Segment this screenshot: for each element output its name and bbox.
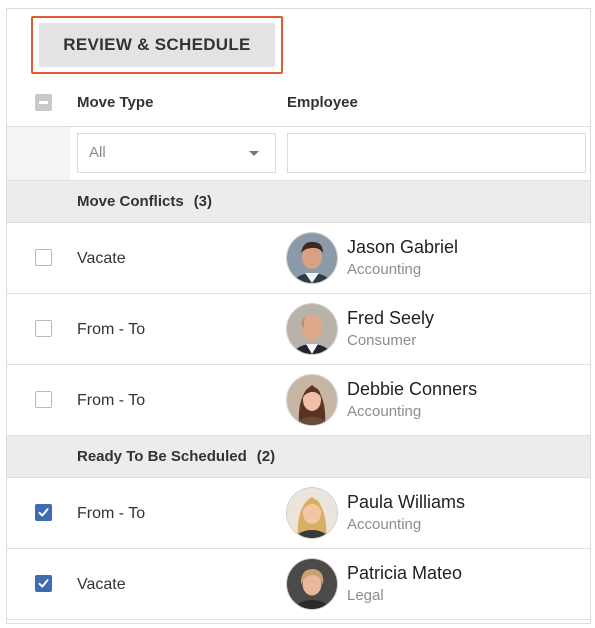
table-row[interactable]: From - To Paula Williams Accounting	[7, 478, 590, 549]
employee-name[interactable]: Fred Seely	[347, 308, 434, 328]
employee-department: Accounting	[347, 261, 422, 278]
group-header: Move Conflicts (3)	[7, 181, 590, 223]
move-type-cell: From - To	[77, 392, 146, 409]
row-checkbox[interactable]	[35, 575, 52, 592]
move-list-panel: REVIEW & SCHEDULE Move Type Employee All…	[6, 8, 591, 624]
group-header: Ready To Be Scheduled (2)	[7, 436, 590, 478]
avatar	[287, 559, 337, 609]
move-type-filter-select[interactable]: All	[77, 133, 276, 173]
chevron-down-icon	[249, 151, 259, 156]
employee-department: Accounting	[347, 516, 422, 533]
avatar	[287, 488, 337, 538]
group-count: (2)	[256, 448, 276, 465]
move-type-cell: From - To	[77, 321, 146, 338]
employee-name[interactable]: Patricia Mateo	[347, 563, 462, 583]
group-title: Ready To Be Scheduled	[77, 448, 247, 465]
employee-filter-input[interactable]	[287, 133, 586, 173]
select-all-checkbox[interactable]	[35, 94, 52, 111]
employee-name[interactable]: Debbie Conners	[347, 379, 477, 399]
move-type-cell: Vacate	[77, 250, 126, 267]
row-checkbox[interactable]	[35, 320, 52, 337]
group-title: Move Conflicts	[77, 193, 184, 210]
filter-row: All	[7, 127, 590, 181]
table-row[interactable]: From - To Fred Seely Consumer	[7, 294, 590, 365]
group-label: Ready To Be Scheduled (2)	[77, 436, 275, 478]
move-type-filter-value: All	[89, 144, 106, 161]
column-header-employee[interactable]: Employee	[287, 79, 358, 127]
table-row[interactable]: From - To Debbie Conners Accounting	[7, 365, 590, 436]
move-type-cell: Vacate	[77, 576, 126, 593]
employee-name[interactable]: Paula Williams	[347, 492, 465, 512]
avatar	[287, 233, 337, 283]
group-label: Move Conflicts (3)	[77, 181, 212, 223]
employee-department: Accounting	[347, 403, 422, 420]
table-row[interactable]: Vacate Patricia Mateo Legal	[7, 549, 590, 620]
employee-name[interactable]: Jason Gabriel	[347, 237, 458, 257]
filter-gutter	[7, 127, 70, 180]
avatar	[287, 375, 337, 425]
avatar	[287, 304, 337, 354]
review-schedule-button[interactable]: REVIEW & SCHEDULE	[39, 23, 275, 67]
table-row[interactable]: Vacate Jason Gabriel Accounting	[7, 223, 590, 294]
row-checkbox[interactable]	[35, 249, 52, 266]
move-type-cell: From - To	[77, 505, 146, 522]
employee-department: Legal	[347, 587, 384, 604]
table-header: Move Type Employee	[7, 79, 590, 127]
row-checkbox[interactable]	[35, 504, 52, 521]
group-count: (3)	[193, 193, 213, 210]
column-header-move-type[interactable]: Move Type	[77, 79, 153, 127]
toolbar: REVIEW & SCHEDULE	[7, 9, 590, 79]
employee-department: Consumer	[347, 332, 417, 349]
row-checkbox[interactable]	[35, 391, 52, 408]
